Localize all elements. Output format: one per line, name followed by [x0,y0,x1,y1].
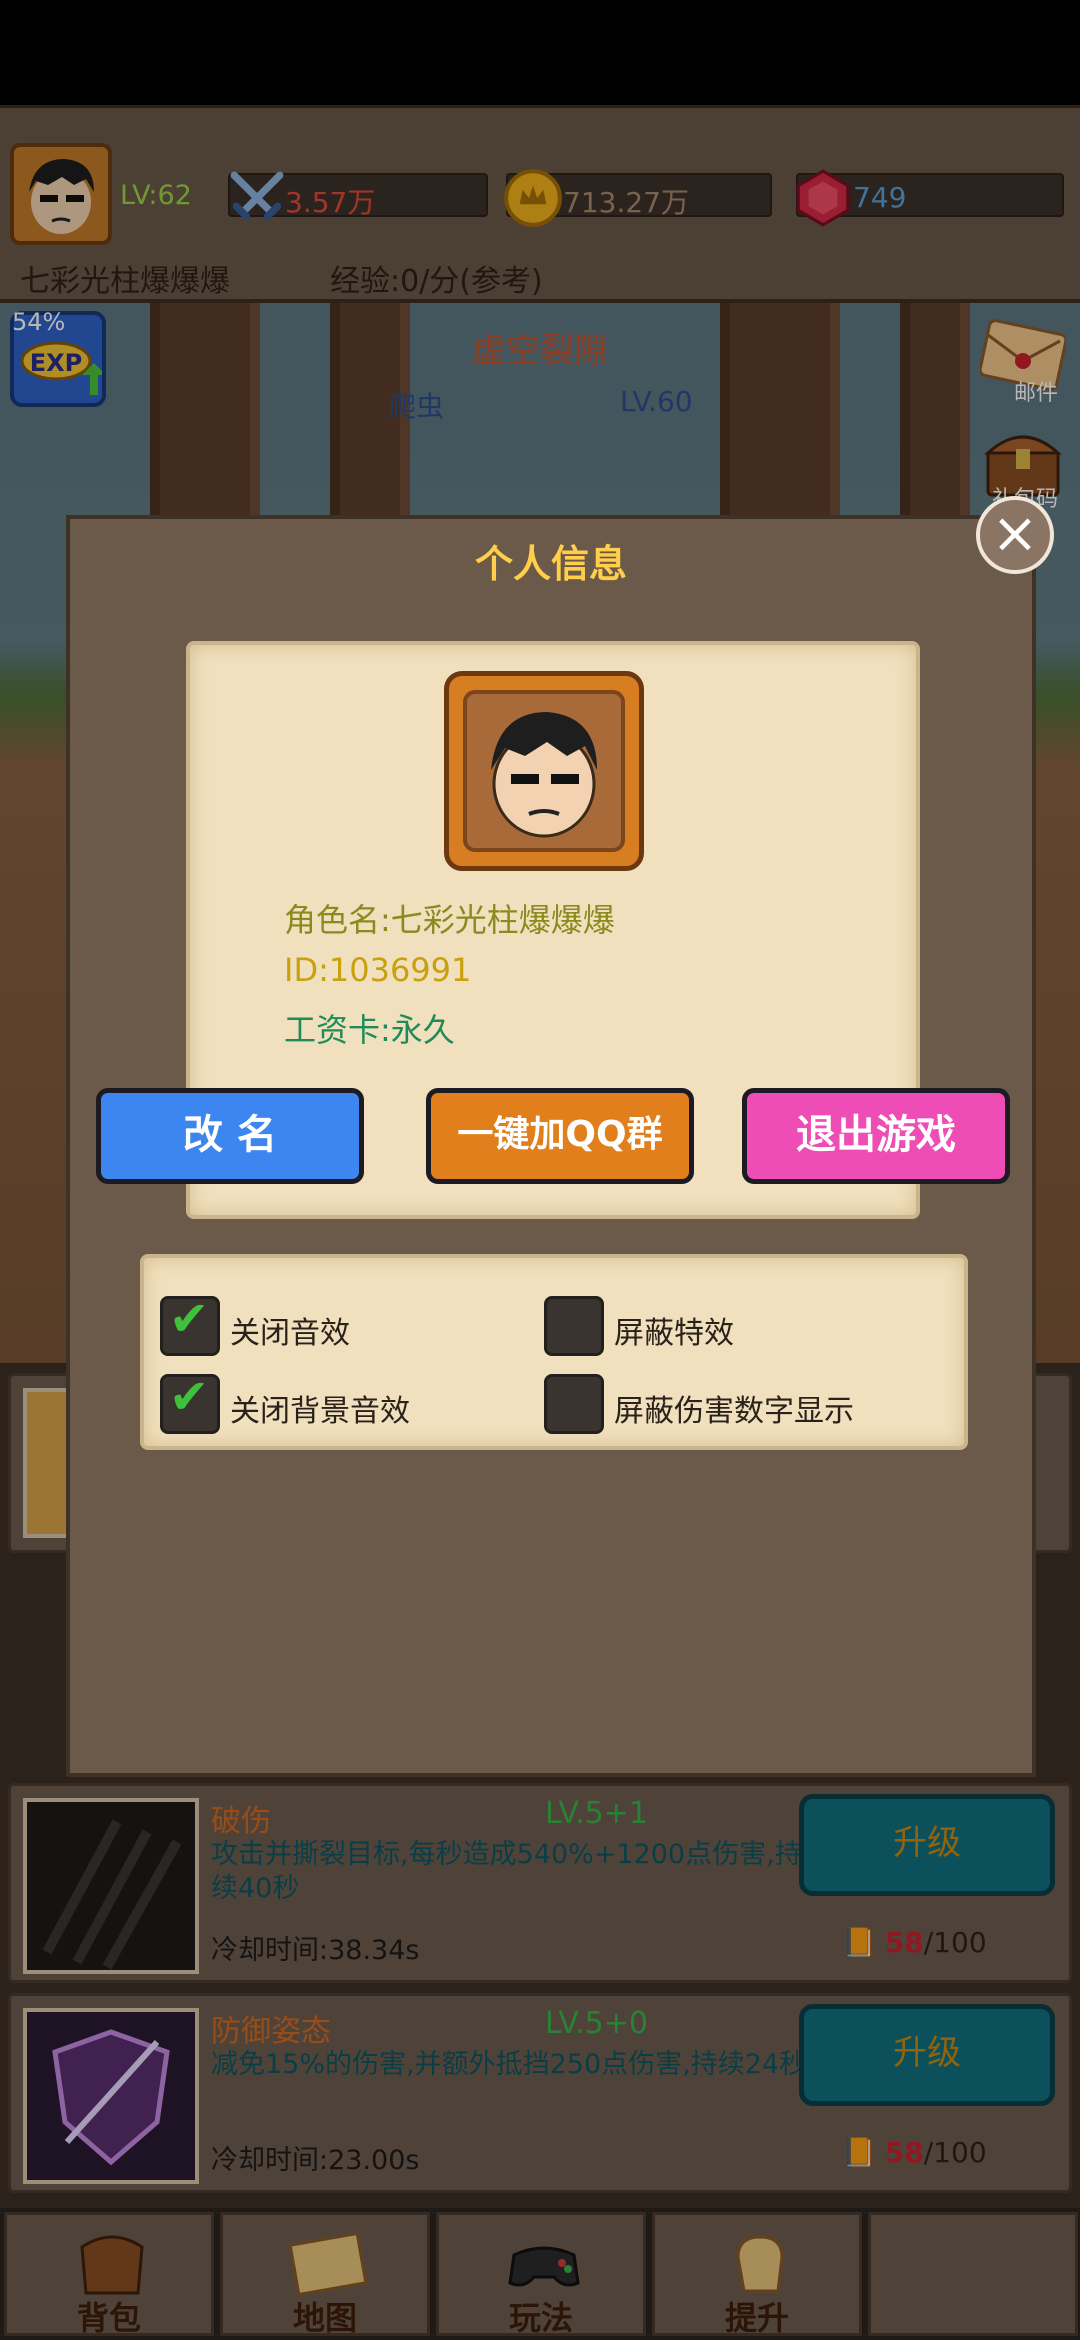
rename-button[interactable]: 改 名 [96,1088,364,1184]
close-icon[interactable]: × [976,496,1054,574]
checkbox[interactable] [544,1296,604,1356]
option-label: 屏蔽伤害数字显示 [614,1394,854,1429]
character-face-icon [491,712,597,838]
option-label: 屏蔽特效 [614,1316,734,1351]
option-label: 关闭音效 [230,1316,350,1351]
dialog-title: 个人信息 [474,542,627,586]
role-name: 角色名:七彩光柱爆爆爆 [284,901,615,939]
checkbox[interactable]: ✔ [160,1369,220,1434]
checkmark-icon: ✔ [169,1369,210,1425]
exit-game-button[interactable]: 退出游戏 [742,1088,1010,1184]
salary-card: 工资卡:永久 [284,1011,455,1049]
option-label: 关闭背景音效 [230,1394,410,1429]
checkbox[interactable] [544,1374,604,1434]
settings-panel: ✔ 关闭音效 屏蔽特效 ✔ 关闭背景音效 屏蔽伤害数字显示 [140,1254,968,1450]
checkmark-icon: ✔ [169,1291,210,1347]
player-id: ID:1036991 [284,951,472,989]
join-qq-group-button[interactable]: 一键加QQ群 [426,1088,694,1184]
checkbox[interactable]: ✔ [160,1291,220,1356]
profile-avatar [444,671,644,871]
